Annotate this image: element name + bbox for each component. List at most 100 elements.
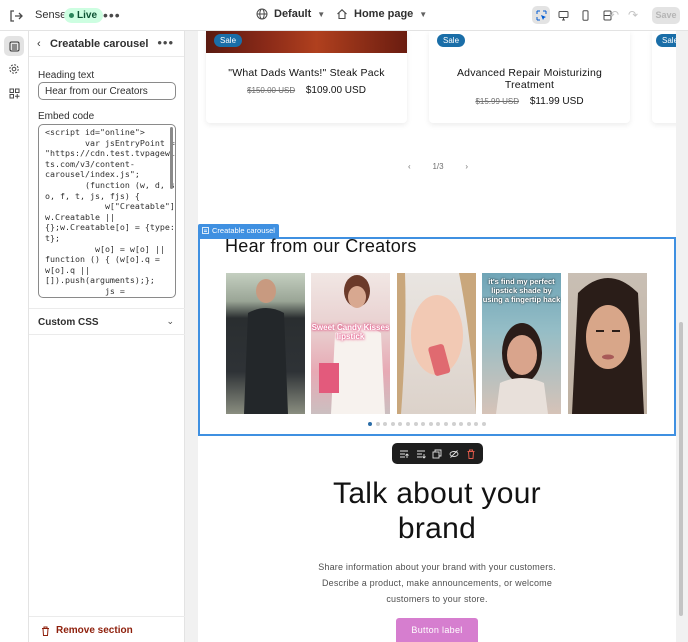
status-badge-label: Live [77,10,98,21]
chevron-down-icon[interactable]: ⌄ [166,316,174,327]
more-options-icon[interactable]: ••• [157,35,174,50]
heading-text-label: Heading text [38,70,95,81]
move-down-icon[interactable] [415,448,427,460]
theme-selector[interactable]: Default ▼ [256,8,325,20]
page-selector[interactable]: Home page ▼ [336,8,427,20]
status-dot-icon [69,13,74,18]
icon-rail [0,31,29,642]
page-indicator: 1/3 [432,162,444,171]
brand-heading: Talk about your brand [333,477,541,545]
more-actions-icon[interactable]: ••• [103,7,121,23]
section-title: Creatable carousel [50,38,149,50]
delete-icon[interactable] [465,448,477,460]
carousel-dot[interactable] [443,422,448,426]
chevron-down-icon: ▼ [317,9,326,19]
duplicate-icon[interactable] [431,448,443,460]
carousel-dot[interactable] [405,422,410,426]
globe-icon [256,8,268,20]
product-card[interactable]: Sale Advanced Repair Moisturizing Treatm… [429,31,630,123]
trash-icon [41,626,50,636]
carousel-dot[interactable] [375,422,380,426]
exit-icon[interactable] [8,8,24,24]
prev-page-icon[interactable]: ‹ [408,162,411,171]
gear-icon[interactable] [4,59,24,79]
sale-badge: Sale [656,34,676,47]
brand-description: Share information about your brand with … [318,562,556,604]
mobile-icon[interactable] [576,6,594,24]
textarea-scrollbar[interactable] [170,127,173,189]
product-price: $15.99 USD $11.99 USD [429,96,630,107]
video-tile[interactable] [397,273,476,414]
move-up-icon[interactable] [398,448,410,460]
section-icon [202,227,209,234]
apps-icon[interactable] [4,83,24,103]
preview-tools [532,6,616,24]
carousel-dot[interactable] [451,422,456,426]
product-name[interactable]: "What Dads Wants!" Steak Pack [206,67,407,79]
sale-price: $11.99 USD [529,96,584,107]
carousel-dot[interactable] [383,422,388,426]
carousel-dot[interactable] [466,422,471,426]
preview-scrollbar[interactable] [679,322,683,616]
compare-price: $15.99 USD [475,97,520,106]
sale-price: $109.00 USD [305,85,366,96]
video-tile[interactable] [568,273,647,414]
store-name: Sense [35,9,67,21]
embed-code-textarea[interactable]: <script id="online"> var jsEntryPoint = … [38,124,176,298]
back-arrow-icon[interactable]: ‹ [37,38,41,50]
tile-caption: it's find my perfect lipstick shade by u… [482,277,561,304]
save-button[interactable]: Save [652,7,680,24]
inspector-icon[interactable] [532,6,550,24]
product-price: $150.00 USD $109.00 USD [206,85,407,96]
carousel-dot[interactable] [436,422,441,426]
carousel-dot[interactable] [474,422,479,426]
carousel-dot[interactable] [481,422,486,426]
video-tile[interactable]: it's find my perfect lipstick shade by u… [482,273,561,414]
divider [29,308,185,309]
carousel-dot[interactable] [368,422,372,426]
embed-code-content: <script id="online"> var jsEntryPoint = … [45,127,176,296]
redo-icon[interactable]: ↷ [628,8,638,22]
creator-figure [397,273,476,414]
sale-badge: Sale [437,34,466,47]
video-tile[interactable] [226,273,305,414]
top-bar: Sense Live ••• Default ▼ Home page ▼ ↶ ↷… [0,0,688,31]
divider [29,616,185,617]
desktop-icon[interactable] [554,6,572,24]
carousel-dot[interactable] [390,422,395,426]
divider [29,334,185,335]
carousel-dot[interactable] [398,422,403,426]
product-name[interactable]: Advanced Repair Moisturizing Treatment [429,67,630,91]
sections-icon[interactable] [4,36,24,56]
next-page-icon[interactable]: › [465,162,468,171]
home-icon [336,8,348,20]
chevron-down-icon: ▼ [419,9,428,19]
page-label: Home page [354,8,414,20]
creator-figure [244,279,288,414]
carousel-dot[interactable] [421,422,426,426]
product-card[interactable]: Sale "What Dads Wants!" Steak Pack $150.… [206,31,407,123]
remove-section-label: Remove section [56,625,133,636]
carousel-dot[interactable] [459,422,464,426]
status-badge: Live [64,8,104,23]
heading-text-input[interactable] [38,82,176,100]
custom-css-toggle[interactable]: Custom CSS [38,317,99,328]
creator-figure [319,275,385,414]
theme-label: Default [274,8,312,20]
embed-code-label: Embed code [38,111,95,122]
video-tile[interactable]: Sweet Candy Kisses lipstick [311,273,390,414]
carousel-dot[interactable] [428,422,433,426]
brand-button[interactable]: Button label [396,618,478,642]
carousel-dot[interactable] [413,422,418,426]
sale-badge: Sale [214,34,243,47]
hide-icon[interactable] [448,448,460,460]
undo-icon[interactable]: ↶ [609,8,619,22]
carousel-dots [368,422,486,426]
remove-section-button[interactable]: Remove section [41,625,133,636]
product-pagination: ‹ 1/3 › [408,162,468,171]
product-card[interactable]: Sale [652,31,676,123]
storefront-preview: Sale "What Dads Wants!" Steak Pack $150.… [198,31,676,642]
section-settings-panel: ‹ Creatable carousel ••• Heading text Em… [29,31,185,642]
creator-figure [572,278,644,414]
carousel-heading: Hear from our Creators [225,236,417,256]
